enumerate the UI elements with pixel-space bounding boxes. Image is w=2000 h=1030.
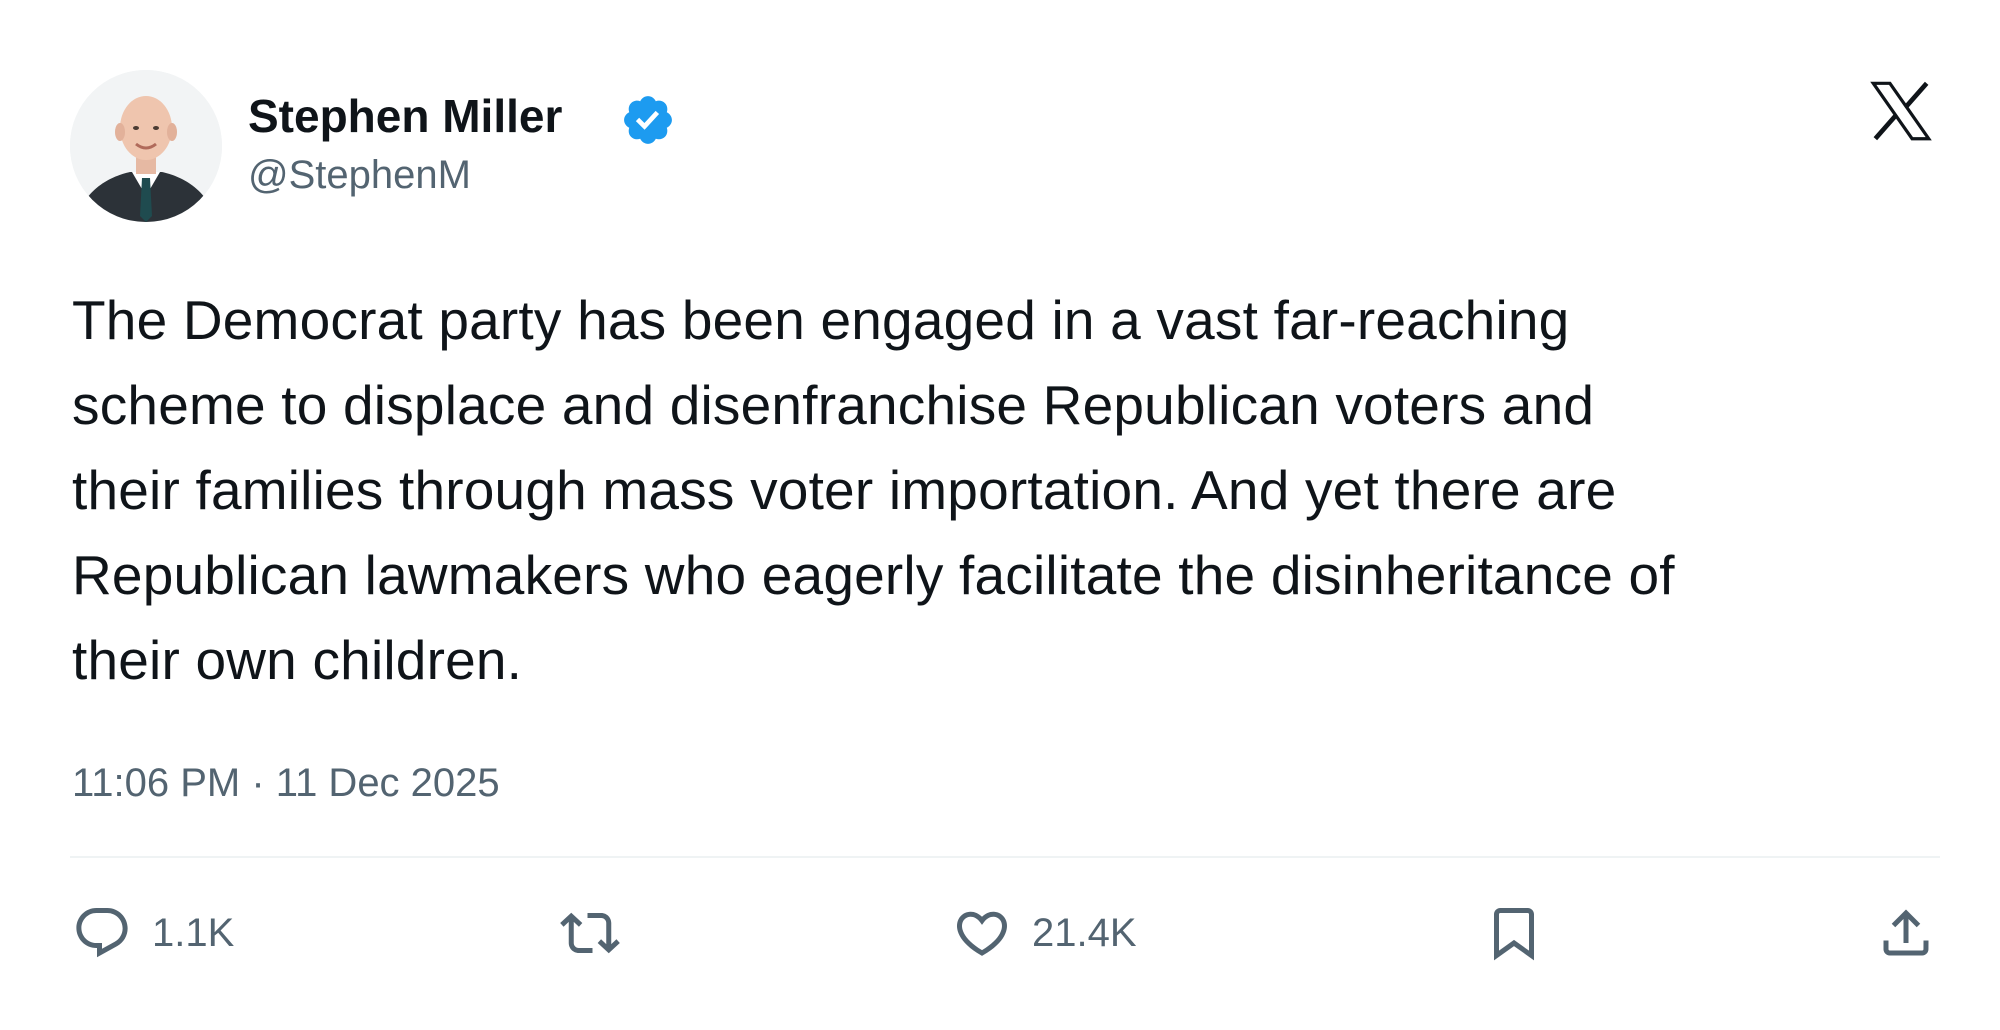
tweet-text-line: scheme to displace and disenfranchise Re… <box>72 374 1595 436</box>
author-name[interactable]: Stephen Miller <box>248 88 562 144</box>
author-handle[interactable]: @StephenM <box>248 150 471 200</box>
tweet-text: The Democrat party has been engaged in a… <box>72 278 1952 703</box>
heart-icon <box>956 911 1008 956</box>
bookmark-icon <box>1494 908 1534 961</box>
bookmark-button[interactable] <box>1484 900 1544 966</box>
repost-icon <box>560 912 620 954</box>
like-button[interactable]: 21.4K <box>952 900 1137 966</box>
avatar-image <box>70 70 222 222</box>
like-count: 21.4K <box>1032 911 1137 955</box>
tweet-text-line: The Democrat party has been engaged in a… <box>72 289 1570 351</box>
reply-count: 1.1K <box>152 911 235 955</box>
reply-button[interactable]: 1.1K <box>72 900 234 966</box>
share-icon <box>1883 909 1929 956</box>
tweet-timestamp[interactable]: 11:06 PM · 11 Dec 2025 <box>72 758 500 808</box>
divider <box>70 856 1940 858</box>
verified-badge-icon <box>624 96 672 144</box>
tweet-text-line: their own children. <box>72 629 523 691</box>
tweet-card: Stephen Miller @StephenM The Democrat pa… <box>0 0 2000 1030</box>
tweet-text-line: their families through mass voter import… <box>72 459 1617 521</box>
avatar[interactable] <box>70 70 222 222</box>
x-logo-icon[interactable] <box>1866 76 1936 146</box>
tweet-text-line: Republican lawmakers who eagerly facilit… <box>72 544 1675 606</box>
share-button[interactable] <box>1876 900 1936 966</box>
repost-button[interactable] <box>560 900 620 966</box>
reply-icon <box>76 908 128 958</box>
